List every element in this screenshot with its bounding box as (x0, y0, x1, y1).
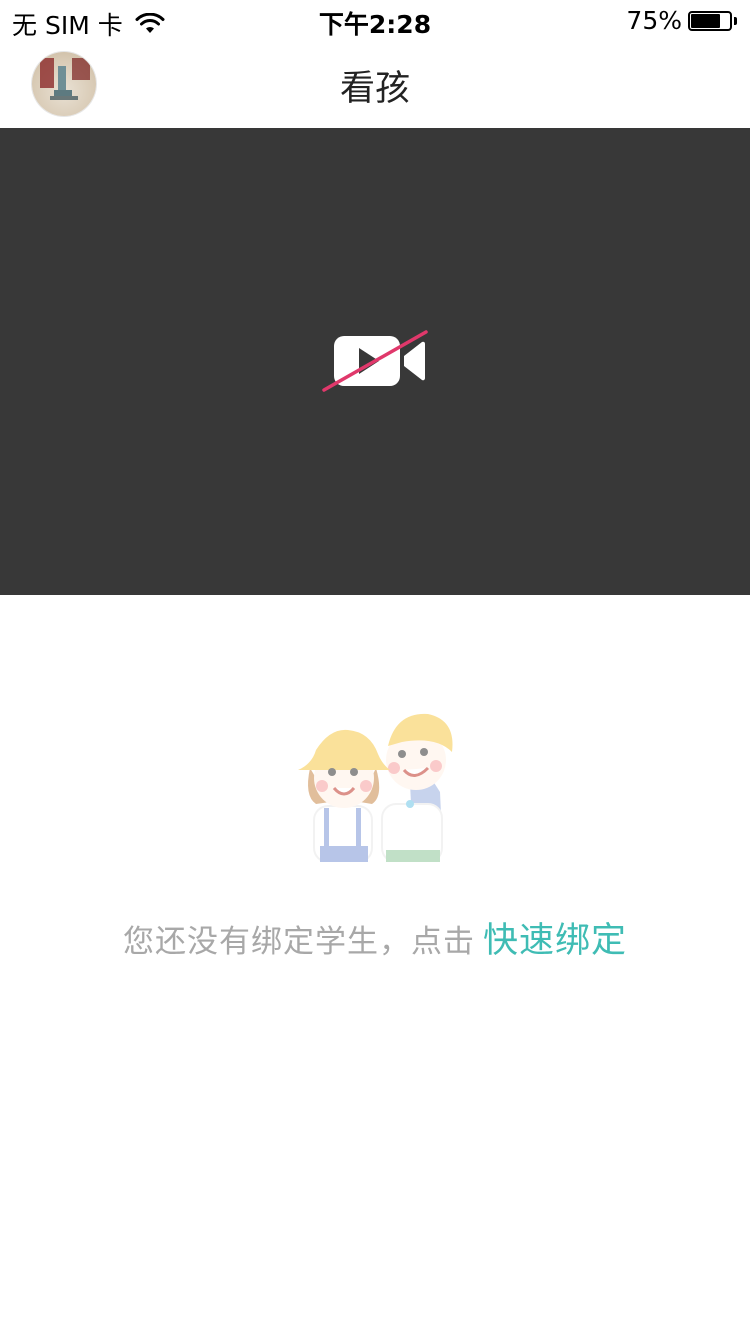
nav-bar: 看孩 (0, 40, 750, 128)
battery-icon (688, 10, 738, 32)
battery-percent: 75% (626, 6, 682, 35)
kids-illustration (298, 713, 453, 862)
video-off-icon (322, 330, 428, 392)
page-title: 看孩 (339, 69, 410, 109)
empty-state-message: 您还没有绑定学生，点击 快速绑定 (0, 912, 750, 963)
battery-fill (691, 13, 720, 28)
status-right: 75% (626, 6, 738, 35)
bind-prompt-text: 您还没有绑定学生，点击 (122, 924, 475, 960)
quick-bind-link[interactable]: 快速绑定 (483, 921, 627, 961)
app-screen: 无 SIM 卡 下午2:28 75% 看孩 您还没有绑定学生，点击 快速绑定 (0, 0, 750, 1334)
status-bar: 无 SIM 卡 下午2:28 75% (0, 0, 750, 40)
